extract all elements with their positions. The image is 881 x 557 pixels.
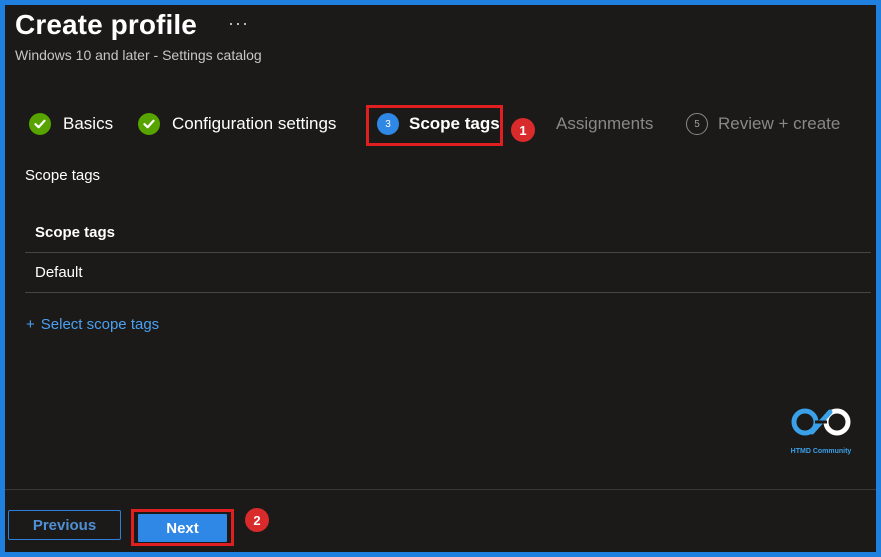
previous-button[interactable]: Previous: [8, 510, 121, 540]
htmd-community-logo: HTMD Community: [783, 406, 859, 455]
page-subtitle: Windows 10 and later - Settings catalog: [15, 47, 262, 63]
next-button[interactable]: Next: [138, 514, 227, 542]
step-label: Configuration settings: [172, 114, 337, 133]
step-label: Assignments: [556, 114, 654, 133]
checkmark-icon: [138, 113, 160, 135]
step-label: Scope tags: [409, 114, 500, 133]
step-number-badge: 3: [377, 113, 399, 135]
page-title: Create profile: [15, 9, 197, 40]
step-number-badge: 5: [686, 113, 708, 135]
checkmark-icon: [29, 113, 51, 135]
link-label: Select scope tags: [40, 316, 160, 333]
step-review-create[interactable]: 5 Review + create: [686, 110, 840, 138]
select-scope-tags-link[interactable]: + Select scope tags: [26, 316, 159, 333]
step-configuration-settings[interactable]: Configuration settings: [138, 110, 336, 138]
more-options-icon[interactable]: ···: [228, 13, 249, 34]
step-scope-tags[interactable]: 3 Scope tags: [377, 110, 500, 138]
logo-text: HTMD Community: [790, 448, 852, 455]
footer-divider: [5, 489, 876, 490]
step-label: Review + create: [718, 114, 841, 133]
step-assignments[interactable]: 4 Assignments: [524, 110, 653, 138]
section-label: Scope tags: [25, 167, 101, 184]
scope-tags-table: Scope tags Default: [25, 213, 871, 293]
annotation-badge-2: 2: [245, 508, 269, 532]
table-row: Default: [25, 253, 871, 293]
plus-icon: +: [26, 316, 35, 333]
table-header: Scope tags: [25, 213, 871, 253]
step-basics[interactable]: Basics: [29, 110, 113, 138]
step-label: Basics: [63, 114, 114, 133]
htmd-logo-icon: [791, 408, 851, 436]
